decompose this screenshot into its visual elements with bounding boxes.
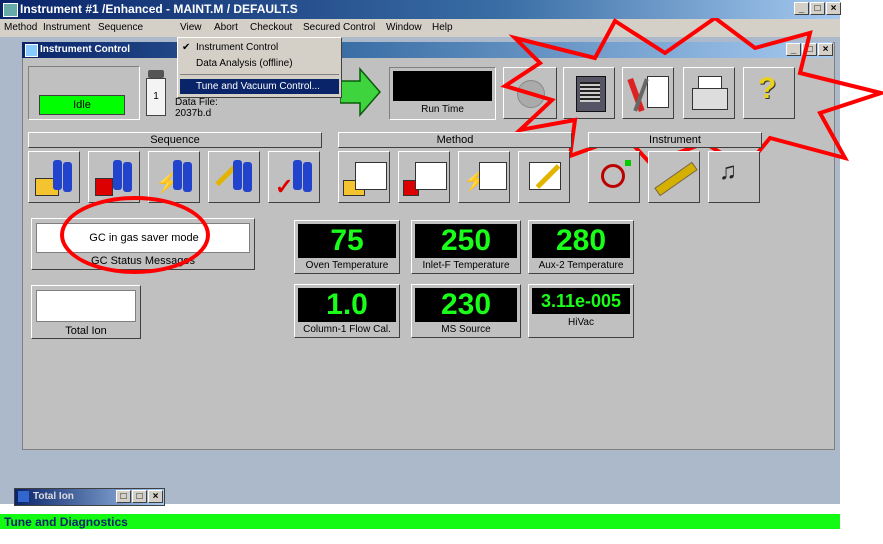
- column-icon[interactable]: [588, 151, 640, 203]
- notebook-icon[interactable]: [563, 67, 615, 119]
- child-maximize-button[interactable]: □: [802, 43, 817, 56]
- tune-icon[interactable]: ♫: [708, 151, 760, 203]
- instrument-section-label: Instrument: [588, 132, 762, 148]
- gc-status-panel: GC in gas saver mode GC Status Messages: [31, 218, 255, 270]
- menu-window[interactable]: Window: [386, 22, 422, 33]
- menu-view[interactable]: View: [180, 22, 202, 33]
- child-title-bar[interactable]: Instrument Control _ □ ×: [22, 42, 833, 58]
- menu-sequence[interactable]: Sequence: [98, 22, 143, 33]
- check-sequence-icon[interactable]: ✓: [268, 151, 320, 203]
- inlet-temperature-label: Inlet-F Temperature: [422, 260, 510, 271]
- total-ion-window-icon: [18, 491, 29, 502]
- column-flow-label: Column-1 Flow Cal.: [303, 324, 391, 335]
- total-ion-window-title: Total Ion: [33, 491, 74, 502]
- run-sequence-icon[interactable]: ⚡: [148, 151, 200, 203]
- menu-abort[interactable]: Abort: [214, 22, 238, 33]
- menu-secured-control[interactable]: Secured Control: [303, 22, 375, 33]
- minimized-max-button[interactable]: □: [132, 490, 147, 503]
- hivac-value: 3.11e-005: [532, 288, 630, 314]
- edit-method-icon[interactable]: [518, 151, 570, 203]
- status-bar: Tune and Diagnostics: [0, 514, 840, 529]
- ms-source-label: MS Source: [441, 324, 491, 335]
- gc-status-caption: GC Status Messages: [91, 255, 195, 267]
- total-ion-box: [36, 290, 136, 322]
- menu-item-data-analysis[interactable]: Data Analysis (offline): [196, 58, 293, 69]
- menu-method[interactable]: Method: [4, 22, 37, 33]
- data-file-label: Data File:: [175, 97, 218, 108]
- hivac-readout: 3.11e-005 HiVac: [528, 284, 634, 338]
- printer-icon[interactable]: [683, 67, 735, 119]
- menu-separator: [180, 74, 339, 75]
- load-method-icon[interactable]: [338, 151, 390, 203]
- method-section-label: Method: [338, 132, 572, 148]
- maximize-button[interactable]: □: [810, 2, 825, 15]
- aux-temperature-label: Aux-2 Temperature: [538, 260, 624, 271]
- load-sequence-icon[interactable]: [28, 151, 80, 203]
- inlet-liner-icon[interactable]: [648, 151, 700, 203]
- data-file-value: 2037b.d: [175, 108, 212, 119]
- gc-message-text: GC in gas saver mode: [89, 232, 199, 244]
- total-ion-panel: Total Ion: [31, 285, 141, 339]
- inlet-temperature-readout: 250 Inlet-F Temperature: [411, 220, 521, 274]
- run-time-label: Run Time: [421, 104, 464, 115]
- child-app-icon: [25, 44, 38, 57]
- minimized-close-button[interactable]: ×: [148, 490, 163, 503]
- child-minimize-button[interactable]: _: [786, 43, 801, 56]
- app-title-bar[interactable]: Instrument #1 /Enhanced - MAINT.M / DEFA…: [0, 0, 841, 19]
- aux-temperature-readout: 280 Aux-2 Temperature: [528, 220, 634, 274]
- restore-button[interactable]: □: [116, 490, 131, 503]
- status-bar-text: Tune and Diagnostics: [4, 515, 128, 529]
- vial-number: 1: [146, 78, 166, 116]
- hivac-label: HiVac: [568, 317, 594, 328]
- save-method-icon[interactable]: [398, 151, 450, 203]
- minimize-button[interactable]: _: [794, 2, 809, 15]
- close-button[interactable]: ×: [826, 2, 841, 15]
- menu-item-instrument-control[interactable]: Instrument Control: [196, 42, 278, 53]
- ms-source-readout: 230 MS Source: [411, 284, 521, 338]
- column-flow-value: 1.0: [298, 288, 396, 322]
- status-panel: Idle: [28, 66, 140, 120]
- edit-sequence-icon[interactable]: [208, 151, 260, 203]
- app-icon: [3, 3, 18, 17]
- oven-temperature-label: Oven Temperature: [305, 260, 389, 271]
- sequence-section-label: Sequence: [28, 132, 322, 148]
- menu-instrument[interactable]: Instrument: [43, 22, 90, 33]
- globe-icon[interactable]: [503, 67, 557, 119]
- idle-indicator: Idle: [39, 95, 125, 115]
- menu-bar: Method Instrument Sequence View Abort Ch…: [0, 19, 840, 37]
- save-sequence-icon[interactable]: [88, 151, 140, 203]
- maintenance-tools-icon[interactable]: [622, 67, 674, 119]
- total-ion-minimized-window[interactable]: Total Ion □ □ ×: [14, 488, 165, 506]
- app-title: Instrument #1 /Enhanced - MAINT.M / DEFA…: [20, 2, 298, 16]
- total-ion-label: Total Ion: [65, 325, 107, 337]
- help-icon[interactable]: ?: [743, 67, 795, 119]
- aux-temperature-value: 280: [532, 224, 630, 258]
- check-icon: ✔: [182, 42, 191, 53]
- run-time-panel: Run Time: [389, 67, 496, 120]
- run-method-icon[interactable]: ⚡: [458, 151, 510, 203]
- menu-checkout[interactable]: Checkout: [250, 22, 292, 33]
- oven-temperature-value: 75: [298, 224, 396, 258]
- ms-source-value: 230: [415, 288, 517, 322]
- vial-icon: 1: [146, 70, 166, 116]
- column-flow-readout: 1.0 Column-1 Flow Cal.: [294, 284, 400, 338]
- gc-message-box: GC in gas saver mode: [36, 223, 250, 253]
- menu-help[interactable]: Help: [432, 22, 453, 33]
- inlet-temperature-value: 250: [415, 224, 517, 258]
- child-close-button[interactable]: ×: [818, 43, 833, 56]
- view-menu-dropdown: ✔ Instrument Control Data Analysis (offl…: [177, 37, 342, 98]
- menu-item-tune-vacuum-control[interactable]: Tune and Vacuum Control...: [196, 81, 320, 92]
- child-window-title: Instrument Control: [40, 44, 130, 55]
- oven-temperature-readout: 75 Oven Temperature: [294, 220, 400, 274]
- start-run-arrow-icon[interactable]: [339, 66, 382, 118]
